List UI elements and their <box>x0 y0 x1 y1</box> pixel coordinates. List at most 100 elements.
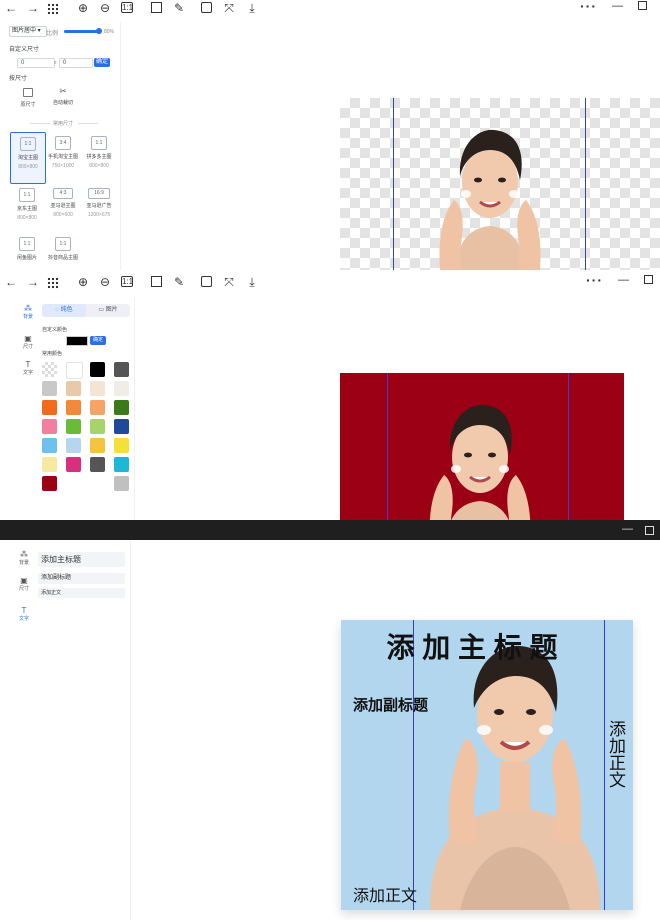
size-card-pinduoduo[interactable]: 1:1 拼多多主图 800×800 <box>82 136 116 169</box>
layers-icon[interactable] <box>201 276 212 287</box>
nav-size[interactable]: ▣ 尺寸 <box>19 334 37 350</box>
download-icon[interactable]: ⤓ <box>245 1 259 15</box>
guide-line-left <box>393 98 394 270</box>
nav-background[interactable]: ⁂ 背景 <box>15 550 33 566</box>
color-swatch[interactable] <box>114 419 129 434</box>
rotate-icon[interactable] <box>151 276 162 287</box>
confirm-size-button[interactable]: 确定 <box>94 58 110 67</box>
color-swatch[interactable] <box>114 457 129 472</box>
size-name: 闲鱼图片 <box>16 255 37 261</box>
selected-color-swatch[interactable] <box>66 336 88 346</box>
color-swatch[interactable] <box>114 381 129 396</box>
zoom-slider-knob[interactable] <box>96 28 102 34</box>
canvas-vertical-body[interactable]: 添加正文 <box>603 720 628 788</box>
window-titlebar: — <box>0 520 660 540</box>
tab-solid-color[interactable]: ◌ 纯色 <box>42 304 86 317</box>
size-card-amazon-ad[interactable]: 16:9 亚马逊广告 1200×675 <box>82 188 116 218</box>
zoom-out-icon[interactable]: ⊖ <box>98 275 112 289</box>
times-sign: x <box>54 60 57 66</box>
product-photo <box>410 395 550 520</box>
nav-text[interactable]: T 文字 <box>15 606 33 622</box>
nav-background[interactable]: ⁂ 背景 <box>19 304 37 320</box>
layers-icon[interactable] <box>201 2 212 13</box>
fit-1to1-icon[interactable]: 1:1 <box>121 276 133 287</box>
more-icon[interactable]: ··· <box>580 0 597 14</box>
size-dim: 1200×675 <box>87 212 111 218</box>
size-card-douyin[interactable]: 1:1 抖音商品主图 <box>46 237 80 261</box>
edit-icon[interactable]: ✎ <box>172 275 186 289</box>
grid-icon[interactable] <box>47 277 59 289</box>
arrow-right-icon[interactable]: → <box>26 1 40 15</box>
zoom-out-icon[interactable]: ⊖ <box>98 1 112 15</box>
grid-icon[interactable] <box>47 3 59 15</box>
color-swatch[interactable] <box>42 400 57 415</box>
canvas-main-title[interactable]: 添 加 主 标 题 <box>341 626 603 666</box>
height-input[interactable]: 0 <box>59 58 93 68</box>
add-subtitle-button[interactable]: 添加副标题 <box>38 573 125 584</box>
color-swatch[interactable] <box>114 476 129 491</box>
edit-icon[interactable]: ✎ <box>172 1 186 15</box>
size-card-jd[interactable]: 1:1 京东主图 800×800 <box>10 188 44 221</box>
color-swatch[interactable] <box>90 362 105 377</box>
color-swatch[interactable] <box>42 362 57 377</box>
arrow-right-icon[interactable]: → <box>26 275 40 289</box>
minimize-icon[interactable]: — <box>612 0 623 12</box>
crop-fit-icon[interactable]: ⤧ <box>222 275 236 289</box>
canvas-subtitle[interactable]: 添加副标题 <box>353 694 428 715</box>
add-main-title-button[interactable]: 添加主标题 <box>38 552 125 567</box>
arrow-left-icon[interactable]: ← <box>4 275 18 289</box>
size-card-taobao[interactable]: 1:1 淘宝主图 800×800 <box>10 132 46 184</box>
color-swatch[interactable] <box>114 438 129 453</box>
confirm-color-button[interactable]: 确定 <box>90 336 106 345</box>
nav-size[interactable]: ▣ 尺寸 <box>15 576 33 592</box>
crop-fit-icon[interactable]: ⤧ <box>222 1 236 15</box>
maximize-icon[interactable] <box>638 1 647 10</box>
align-select[interactable]: 图片居中 ▾ <box>9 26 47 37</box>
maximize-icon[interactable] <box>644 275 653 284</box>
color-swatch[interactable] <box>42 476 57 491</box>
size-dim: 750×1000 <box>51 163 75 169</box>
minimize-icon[interactable]: — <box>622 523 633 535</box>
fit-1to1-icon[interactable]: 1:1 <box>121 2 133 13</box>
original-size-tool[interactable]: 原尺寸 <box>16 88 40 108</box>
width-input[interactable]: 0 <box>17 58 55 68</box>
color-swatch[interactable] <box>66 438 81 453</box>
zoom-in-icon[interactable]: ⊕ <box>76 275 90 289</box>
color-swatch[interactable] <box>90 438 105 453</box>
more-icon[interactable]: ··· <box>586 272 603 288</box>
color-swatch[interactable] <box>90 457 105 472</box>
maximize-icon[interactable] <box>645 526 654 535</box>
color-swatch[interactable] <box>42 457 57 472</box>
color-swatch[interactable] <box>66 457 81 472</box>
size-card-mobile-taobao[interactable]: 3:4 手机淘宝主图 750×1000 <box>46 136 80 169</box>
minimize-icon[interactable]: — <box>618 274 629 286</box>
color-swatch[interactable] <box>114 400 129 415</box>
add-body-text-button[interactable]: 添加正文 <box>38 588 125 598</box>
color-swatch[interactable] <box>66 419 81 434</box>
zoom-in-icon[interactable]: ⊕ <box>76 1 90 15</box>
size-dim: 800×800 <box>89 163 109 169</box>
color-swatch[interactable] <box>66 381 81 396</box>
color-swatch[interactable] <box>42 438 57 453</box>
canvas-body-text[interactable]: 添加正文 <box>353 882 417 906</box>
size-dim: 800×800 <box>18 164 38 170</box>
size-card-amazon[interactable]: 4:3 亚马逊主图 800×600 <box>46 188 80 218</box>
download-icon[interactable]: ⤓ <box>245 275 259 289</box>
nav-label: 尺寸 <box>18 586 29 592</box>
color-swatch[interactable] <box>66 400 81 415</box>
auto-crop-tool[interactable]: ✂ 自动裁切 <box>50 86 76 106</box>
nav-text[interactable]: T 文字 <box>19 360 37 376</box>
size-card-xianyu[interactable]: 1:1 闲鱼图片 <box>10 237 44 261</box>
rotate-icon[interactable] <box>151 2 162 13</box>
color-swatch[interactable] <box>90 400 105 415</box>
color-swatch[interactable] <box>42 419 57 434</box>
arrow-left-icon[interactable]: ← <box>4 1 18 15</box>
color-swatch[interactable] <box>42 381 57 396</box>
tab-image[interactable]: ▭ 图片 <box>86 304 130 317</box>
color-swatch[interactable] <box>114 362 129 377</box>
nav-label: 背景 <box>22 314 33 320</box>
color-swatch[interactable] <box>90 419 105 434</box>
chat-icon: ◌ <box>55 307 59 313</box>
color-swatch[interactable] <box>90 381 105 396</box>
color-swatch[interactable] <box>66 362 83 379</box>
